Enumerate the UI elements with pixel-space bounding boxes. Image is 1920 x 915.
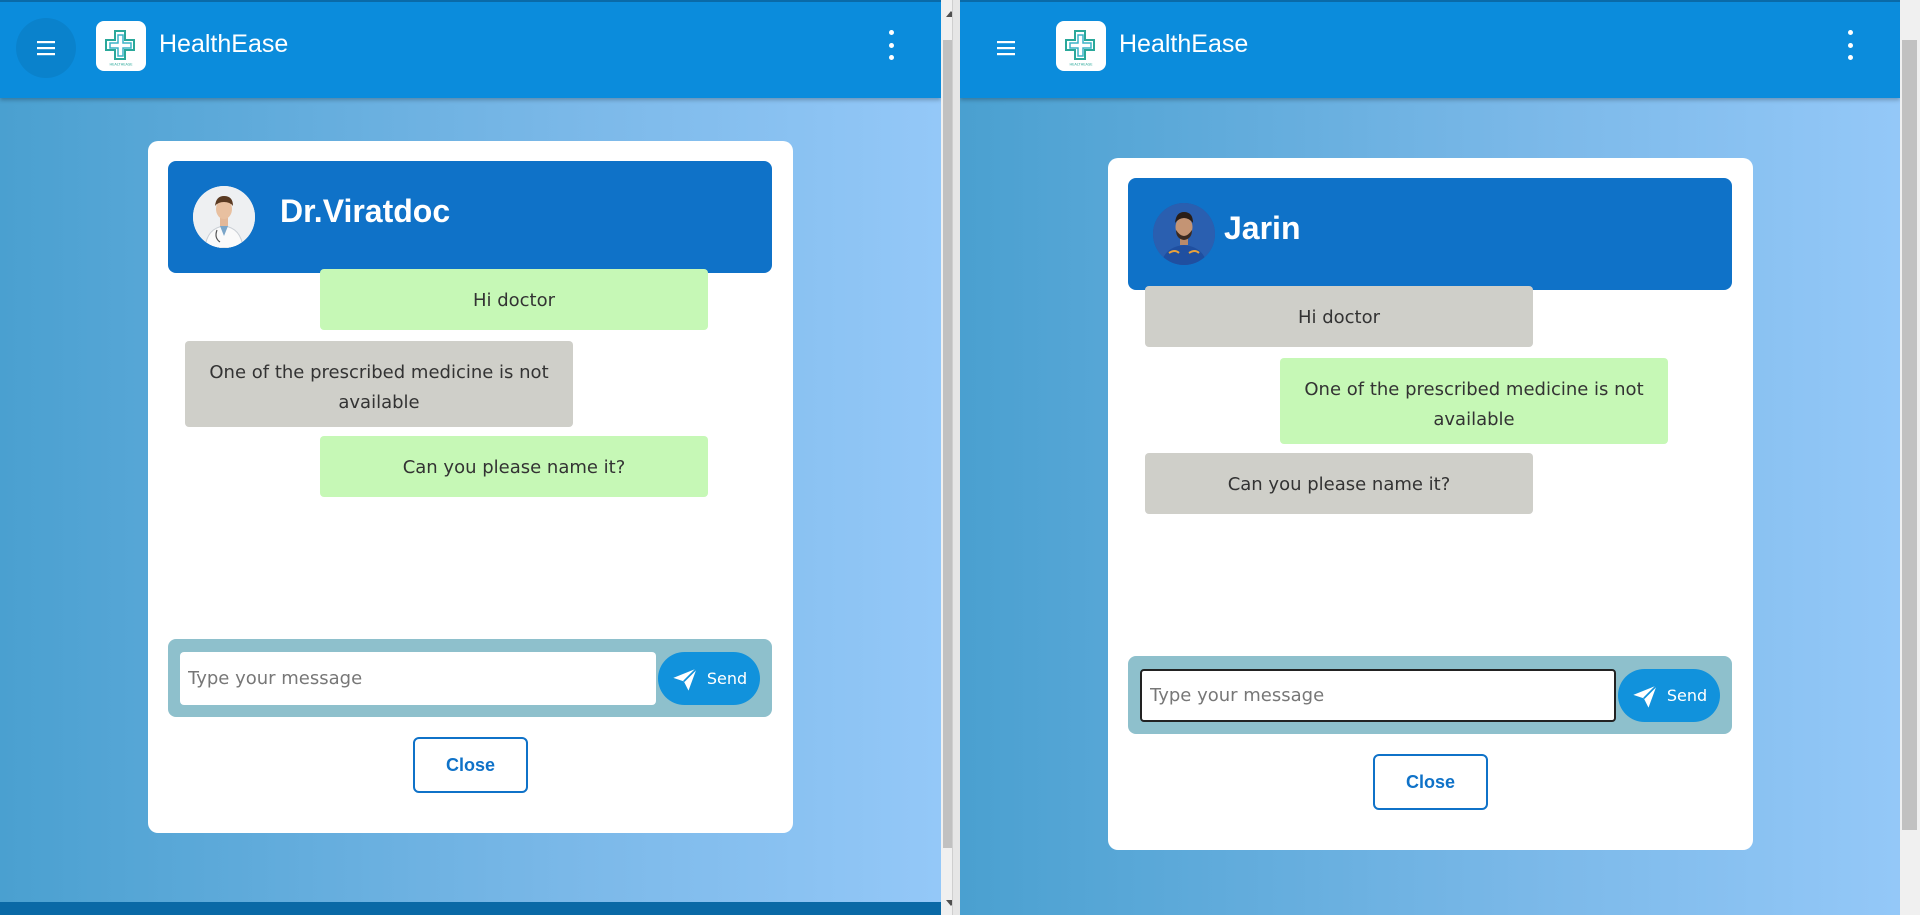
more-vert-icon[interactable] [1846, 30, 1854, 60]
window-divider [952, 0, 960, 915]
menu-button[interactable] [16, 18, 76, 78]
chat-header: Jarin [1128, 178, 1732, 290]
send-button[interactable]: Send [1618, 669, 1720, 722]
send-icon [673, 667, 698, 691]
message-bubble-received: Can you please name it? [1145, 453, 1533, 514]
healthease-logo[interactable]: HEALTHEASE [1056, 21, 1106, 71]
scroll-thumb[interactable] [1902, 40, 1917, 830]
logo-caption: HEALTHEASE [109, 63, 133, 67]
contact-name: Jarin [1224, 210, 1301, 246]
send-icon [1633, 684, 1658, 708]
menu-button[interactable] [976, 18, 1036, 78]
message-bubble-received: One of the prescribed medicine is not av… [185, 341, 573, 427]
patient-avatar [1153, 203, 1215, 265]
send-label: Send [1666, 686, 1708, 705]
doctor-window: HEALTHEASE HealthEase Dr.Viratdoc Hi doc… [0, 0, 941, 915]
bottom-bar [0, 902, 941, 915]
right-scrollbar[interactable] [1900, 0, 1920, 915]
more-vert-icon[interactable] [887, 30, 895, 60]
message-bubble-sent: Hi doctor [320, 269, 708, 330]
app-bar: HEALTHEASE HealthEase [0, 0, 941, 98]
message-bubble-sent: Can you please name it? [320, 436, 708, 497]
chat-dialog: Jarin Hi doctor One of the prescribed me… [1108, 158, 1753, 850]
message-input[interactable] [180, 652, 656, 705]
chat-dialog: Dr.Viratdoc Hi doctor One of the prescri… [148, 141, 793, 833]
message-composer: Send [168, 639, 772, 717]
app-title: HealthEase [1119, 30, 1249, 58]
menu-icon [997, 41, 1015, 56]
menu-icon [37, 41, 55, 56]
app-bar: HEALTHEASE HealthEase [960, 0, 1900, 98]
close-button[interactable]: Close [1373, 754, 1488, 810]
chat-header: Dr.Viratdoc [168, 161, 772, 273]
send-label: Send [706, 669, 748, 688]
healthease-logo[interactable]: HEALTHEASE [96, 21, 146, 71]
message-composer: Send [1128, 656, 1732, 734]
message-input[interactable] [1140, 669, 1616, 722]
message-bubble-received: Hi doctor [1145, 286, 1533, 347]
app-title: HealthEase [159, 30, 289, 58]
send-button[interactable]: Send [658, 652, 760, 705]
logo-caption: HEALTHEASE [1069, 63, 1093, 67]
contact-name: Dr.Viratdoc [280, 193, 451, 229]
close-button[interactable]: Close [413, 737, 528, 793]
message-bubble-sent: One of the prescribed medicine is not av… [1280, 358, 1668, 444]
doctor-avatar [193, 186, 255, 248]
patient-window: HEALTHEASE HealthEase Jarin Hi doctor On… [960, 0, 1900, 915]
